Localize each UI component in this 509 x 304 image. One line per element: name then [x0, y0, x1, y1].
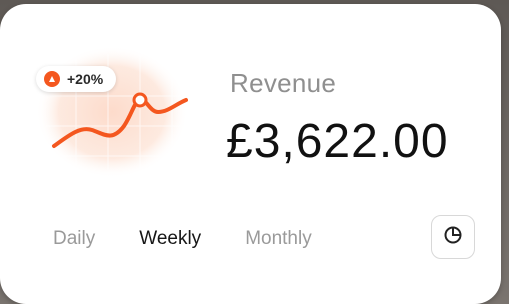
pie-chart-icon — [443, 225, 463, 250]
sparkline-point — [132, 92, 148, 108]
revenue-card: +20% Revenue £3,622.00 Daily Weekly Mont… — [0, 4, 501, 304]
revenue-amount: £3,622.00 — [226, 115, 449, 168]
revenue-title: Revenue — [230, 68, 337, 98]
trend-badge: +20% — [36, 66, 116, 92]
period-tabs: Daily Weekly Monthly — [53, 228, 356, 250]
tab-daily[interactable]: Daily — [53, 228, 95, 250]
trend-badge-label: +20% — [67, 71, 104, 87]
triangle-up-icon — [44, 71, 60, 87]
tab-monthly[interactable]: Monthly — [245, 228, 312, 250]
chart-type-button[interactable] — [431, 215, 475, 259]
tab-weekly[interactable]: Weekly — [139, 228, 201, 250]
